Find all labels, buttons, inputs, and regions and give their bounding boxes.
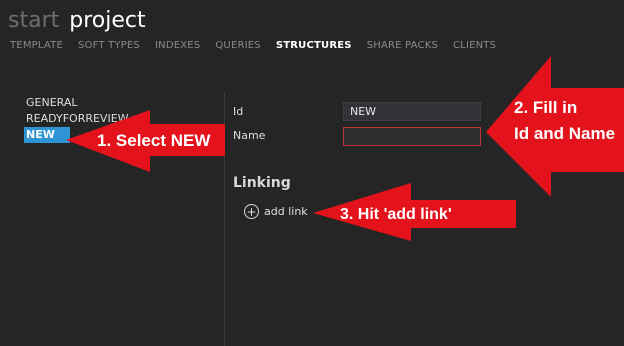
annotation-arrows xyxy=(66,56,624,241)
callout-step3: 3. Hit 'add link' xyxy=(340,206,452,223)
callout-step2-line2: Id and Name xyxy=(514,124,616,143)
callout-step1: 1. Select NEW xyxy=(97,131,211,150)
callout-step2-line1: 2. Fill in xyxy=(514,98,578,117)
